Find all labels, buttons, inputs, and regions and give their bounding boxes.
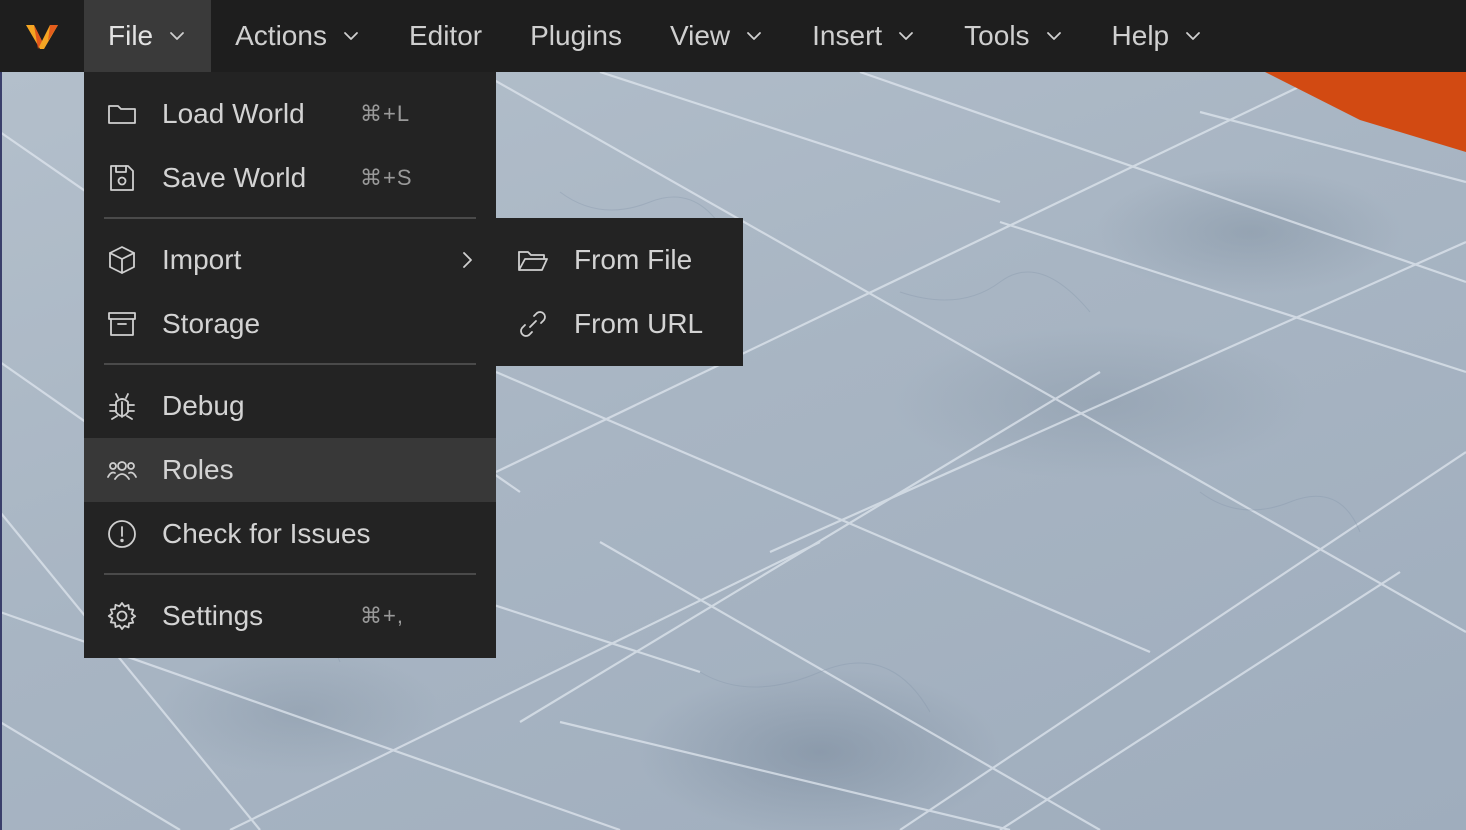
- menu-insert[interactable]: Insert: [788, 0, 940, 72]
- menu-view-label: View: [669, 20, 731, 51]
- menu-item-check-for-issues[interactable]: Check for Issues: [84, 502, 496, 566]
- menu-plugins-label: Plugins: [530, 20, 622, 51]
- chevron-right-icon: [463, 252, 472, 268]
- menu-item-label: Load World: [162, 98, 305, 129]
- submenu-item-label: From URL: [574, 308, 704, 339]
- orange-object[interactable]: [1265, 72, 1466, 152]
- chevron-down-icon: [344, 32, 358, 40]
- menu-item-label: Settings: [162, 600, 264, 631]
- file-menu-dropdown: Load World ⌘+L Save World ⌘+S Import Sto…: [84, 72, 496, 658]
- bug-icon: [109, 393, 135, 420]
- menu-help-label: Help: [1111, 20, 1170, 51]
- menu-divider: [104, 217, 476, 219]
- menu-item-storage[interactable]: Storage: [84, 292, 496, 356]
- menu-item-import[interactable]: Import: [84, 228, 496, 292]
- menu-item-roles[interactable]: Roles: [84, 438, 496, 502]
- menu-item-label: Roles: [162, 454, 234, 485]
- shortcut-label: ⌘+S: [360, 165, 413, 190]
- menu-file-label: File: [108, 20, 154, 51]
- archive-icon: [108, 312, 136, 336]
- submenu-item-label: From File: [574, 244, 693, 275]
- menu-help[interactable]: Help: [1088, 0, 1228, 72]
- menu-item-load-world[interactable]: Load World ⌘+L: [84, 82, 496, 146]
- menubar: File Actions Editor Plugins View Insert …: [0, 0, 1466, 72]
- menu-item-save-world[interactable]: Save World ⌘+S: [84, 146, 496, 210]
- shortcut-label: ⌘+,: [360, 603, 404, 628]
- submenu-item-from-url[interactable]: From URL: [496, 292, 743, 356]
- viewport-edge: [0, 72, 2, 830]
- menu-item-label: Import: [162, 244, 242, 275]
- menu-editor-label: Editor: [408, 20, 483, 51]
- menu-editor[interactable]: Editor: [385, 0, 506, 72]
- import-submenu: From File From URL: [496, 218, 743, 366]
- chevron-down-icon: [170, 32, 185, 40]
- submenu-item-from-file[interactable]: From File: [496, 228, 743, 292]
- menu-divider: [104, 573, 476, 575]
- menu-item-settings[interactable]: Settings ⌘+,: [84, 584, 496, 648]
- menu-item-label: Debug: [162, 390, 245, 421]
- chevron-down-icon: [747, 32, 762, 40]
- folder-open-icon: [518, 251, 548, 271]
- cube-icon: [109, 246, 135, 274]
- link-icon: [520, 311, 546, 337]
- v-logo-icon[interactable]: [0, 0, 84, 72]
- alert-circle-icon: [108, 520, 136, 548]
- menu-tools[interactable]: Tools: [940, 0, 1087, 72]
- menu-actions-label: Actions: [235, 20, 327, 51]
- users-icon: [107, 461, 137, 480]
- menu-insert-label: Insert: [812, 20, 883, 51]
- menu-item-label: Save World: [162, 162, 307, 193]
- menu-plugins[interactable]: Plugins: [506, 0, 646, 72]
- menu-tools-label: Tools: [964, 20, 1030, 51]
- folder-icon: [108, 105, 136, 124]
- chevron-down-icon: [899, 32, 914, 40]
- menu-actions[interactable]: Actions: [211, 0, 385, 72]
- gear-icon: [107, 602, 137, 630]
- menu-file[interactable]: File: [84, 0, 212, 72]
- chevron-down-icon: [1186, 32, 1201, 40]
- menu-item-label: Storage: [162, 308, 261, 339]
- menu-item-debug[interactable]: Debug: [84, 374, 496, 438]
- menu-view[interactable]: View: [646, 0, 788, 72]
- chevron-down-icon: [1046, 32, 1061, 40]
- menu-divider: [104, 363, 476, 365]
- menu-item-label: Check for Issues: [162, 518, 371, 549]
- save-icon: [110, 165, 134, 191]
- shortcut-label: ⌘+L: [360, 101, 411, 126]
